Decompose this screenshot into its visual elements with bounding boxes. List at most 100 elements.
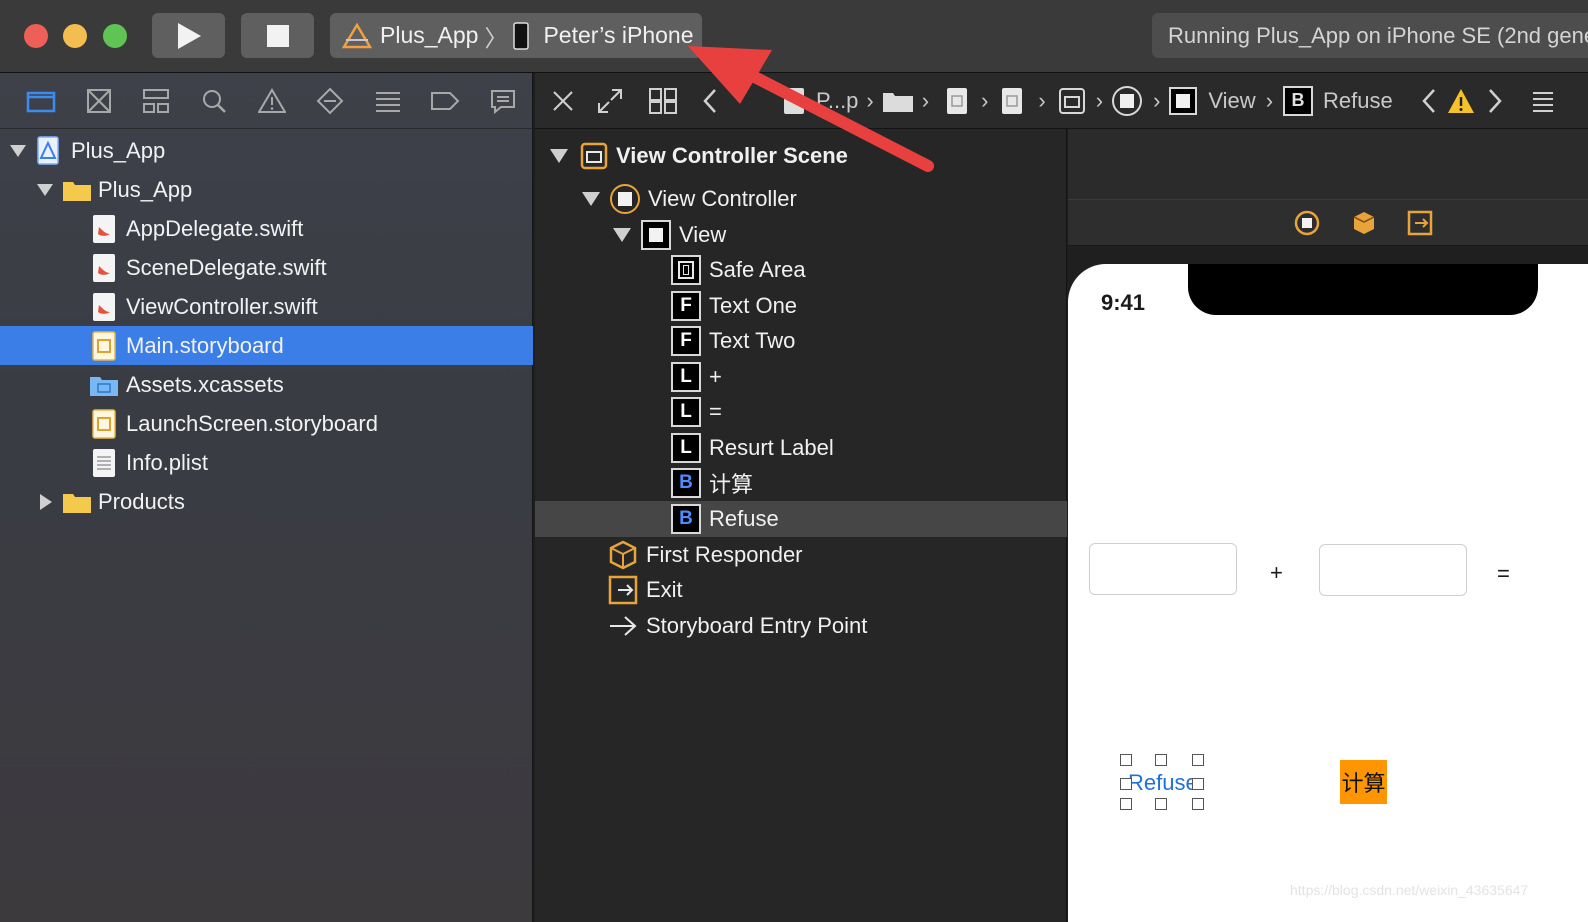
related-items-icon[interactable] (648, 87, 678, 115)
tree-item-info-plist[interactable]: Info.plist (0, 443, 533, 482)
outline-label: Resurt Label (709, 435, 834, 460)
disclosure-expanded-icon[interactable] (582, 191, 600, 207)
resize-handle[interactable] (1192, 778, 1204, 790)
outline-item-plus-label[interactable]: L + (671, 359, 722, 395)
tree-item-launchscreen[interactable]: LaunchScreen.storyboard (0, 404, 533, 443)
first-responder-icon (609, 540, 637, 570)
issue-navigator-tab[interactable] (243, 81, 301, 121)
tree-item-viewcontroller[interactable]: ViewController.swift (0, 287, 533, 326)
plus-label: + (1270, 560, 1283, 585)
back-icon[interactable] (702, 88, 718, 114)
breakpoint-icon (431, 91, 460, 110)
outline-item-entry-point[interactable]: Storyboard Entry Point (608, 608, 867, 644)
view-breadcrumb-icon[interactable] (1168, 86, 1198, 116)
outline-item-view[interactable]: View (613, 217, 726, 253)
tree-item-products[interactable]: Products (0, 482, 533, 521)
folder-breadcrumb-icon[interactable] (882, 89, 914, 113)
test-navigator-tab[interactable] (301, 81, 359, 121)
resize-handle[interactable] (1155, 754, 1167, 766)
next-issue-icon[interactable] (1487, 88, 1503, 114)
disclosure-expanded-icon[interactable] (37, 183, 53, 197)
breakpoint-navigator-tab[interactable] (416, 81, 474, 121)
text-one-field[interactable] (1089, 543, 1237, 595)
storyboard-base-breadcrumb-icon[interactable] (1000, 87, 1024, 115)
scheme-selector[interactable]: Plus_App 〉 Peter’s iPhone (330, 13, 702, 58)
plist-file-icon (93, 448, 115, 477)
button-badge-icon: B (671, 468, 701, 498)
outline-item-refuse-button[interactable]: B Refuse (671, 501, 779, 537)
outline-item-exit[interactable]: Exit (608, 572, 683, 608)
tree-item-group-plus-app[interactable]: Plus_App (0, 170, 533, 209)
report-navigator-tab[interactable] (474, 81, 532, 121)
editor-options-icon[interactable] (1531, 89, 1555, 113)
tree-item-main-storyboard[interactable]: Main.storyboard (0, 326, 533, 365)
outline-item-first-responder[interactable]: First Responder (608, 537, 803, 573)
tree-item-label: Assets.xcassets (126, 371, 284, 397)
hierarchy-icon (143, 88, 170, 113)
warning-icon (258, 87, 287, 113)
source-control-navigator-tab[interactable] (70, 81, 128, 121)
disclosure-expanded-icon[interactable] (613, 227, 631, 243)
symbol-navigator-tab[interactable] (128, 81, 186, 121)
resize-handle[interactable] (1120, 798, 1132, 810)
tree-item-scenedelegate[interactable]: SceneDelegate.swift (0, 248, 533, 287)
outline-item-view-controller[interactable]: View Controller (582, 181, 797, 217)
outline-item-safe-area[interactable]: Safe Area (671, 252, 806, 288)
breadcrumb-view[interactable]: View (1208, 88, 1255, 114)
tree-item-assets[interactable]: Assets.xcassets (0, 365, 533, 404)
disclosure-collapsed-icon[interactable] (39, 493, 53, 510)
scene-breadcrumb-icon[interactable] (1058, 87, 1086, 115)
minimize-window-button[interactable] (63, 24, 87, 48)
outline-item-calc-button[interactable]: B 计算 (671, 465, 753, 501)
folder-icon (63, 493, 91, 513)
iphone-notch (1188, 264, 1538, 315)
exit-dock-icon[interactable] (1407, 210, 1433, 236)
source-control-icon (86, 88, 111, 113)
debug-icon (375, 91, 400, 112)
tree-item-project[interactable]: Plus_App (0, 131, 533, 170)
navigator-selector-bar (0, 73, 532, 129)
debug-navigator-tab[interactable] (359, 81, 417, 121)
activity-status-text: Running Plus_App on iPhone SE (2nd gener… (1168, 22, 1588, 48)
outline-item-text-one[interactable]: F Text One (671, 288, 797, 324)
storyboard-file-icon (92, 330, 116, 361)
resize-handle[interactable] (1155, 798, 1167, 810)
close-window-button[interactable] (24, 24, 48, 48)
expand-icon[interactable] (596, 87, 624, 115)
outline-item-text-two[interactable]: F Text Two (671, 323, 795, 359)
resize-handle[interactable] (1120, 778, 1132, 790)
breadcrumb-project[interactable]: P...p (816, 88, 858, 114)
previous-issue-icon[interactable] (1421, 88, 1437, 114)
view-controller-breadcrumb-icon[interactable] (1111, 85, 1143, 117)
stop-button[interactable] (241, 13, 314, 58)
zoom-window-button[interactable] (103, 24, 127, 48)
disclosure-expanded-icon[interactable] (550, 148, 568, 164)
xcode-project-icon (37, 135, 59, 165)
swift-file-icon (93, 253, 115, 282)
tree-item-appdelegate[interactable]: AppDelegate.swift (0, 209, 533, 248)
folder-icon (26, 91, 56, 112)
storyboard-breadcrumb-icon[interactable] (945, 87, 969, 115)
tree-item-label: ViewController.swift (126, 293, 318, 319)
text-two-field[interactable] (1319, 544, 1467, 596)
resize-handle[interactable] (1120, 754, 1132, 766)
close-icon[interactable] (552, 90, 574, 112)
resize-handle[interactable] (1192, 798, 1204, 810)
stop-icon (266, 24, 289, 47)
find-navigator-tab[interactable] (185, 81, 243, 121)
warning-icon[interactable] (1447, 88, 1475, 114)
outline-item-scene[interactable]: View Controller Scene (550, 138, 848, 174)
label-badge-icon: L (671, 397, 701, 427)
outline-item-result-label[interactable]: L Resurt Label (671, 430, 834, 466)
view-controller-dock-icon[interactable] (1294, 210, 1320, 236)
editor-jump-bar: P...p › › › › › › View › B Refuse (535, 73, 1588, 129)
outline-item-equals-label[interactable]: L = (671, 394, 722, 430)
first-responder-dock-icon[interactable] (1351, 210, 1377, 236)
breadcrumb-refuse[interactable]: Refuse (1323, 88, 1393, 114)
disclosure-expanded-icon[interactable] (10, 144, 26, 158)
refuse-button[interactable]: Refuse (1128, 770, 1198, 796)
resize-handle[interactable] (1192, 754, 1204, 766)
run-button[interactable] (152, 13, 225, 58)
calc-button[interactable]: 计算 (1340, 760, 1387, 804)
project-navigator-tab[interactable] (12, 81, 70, 121)
